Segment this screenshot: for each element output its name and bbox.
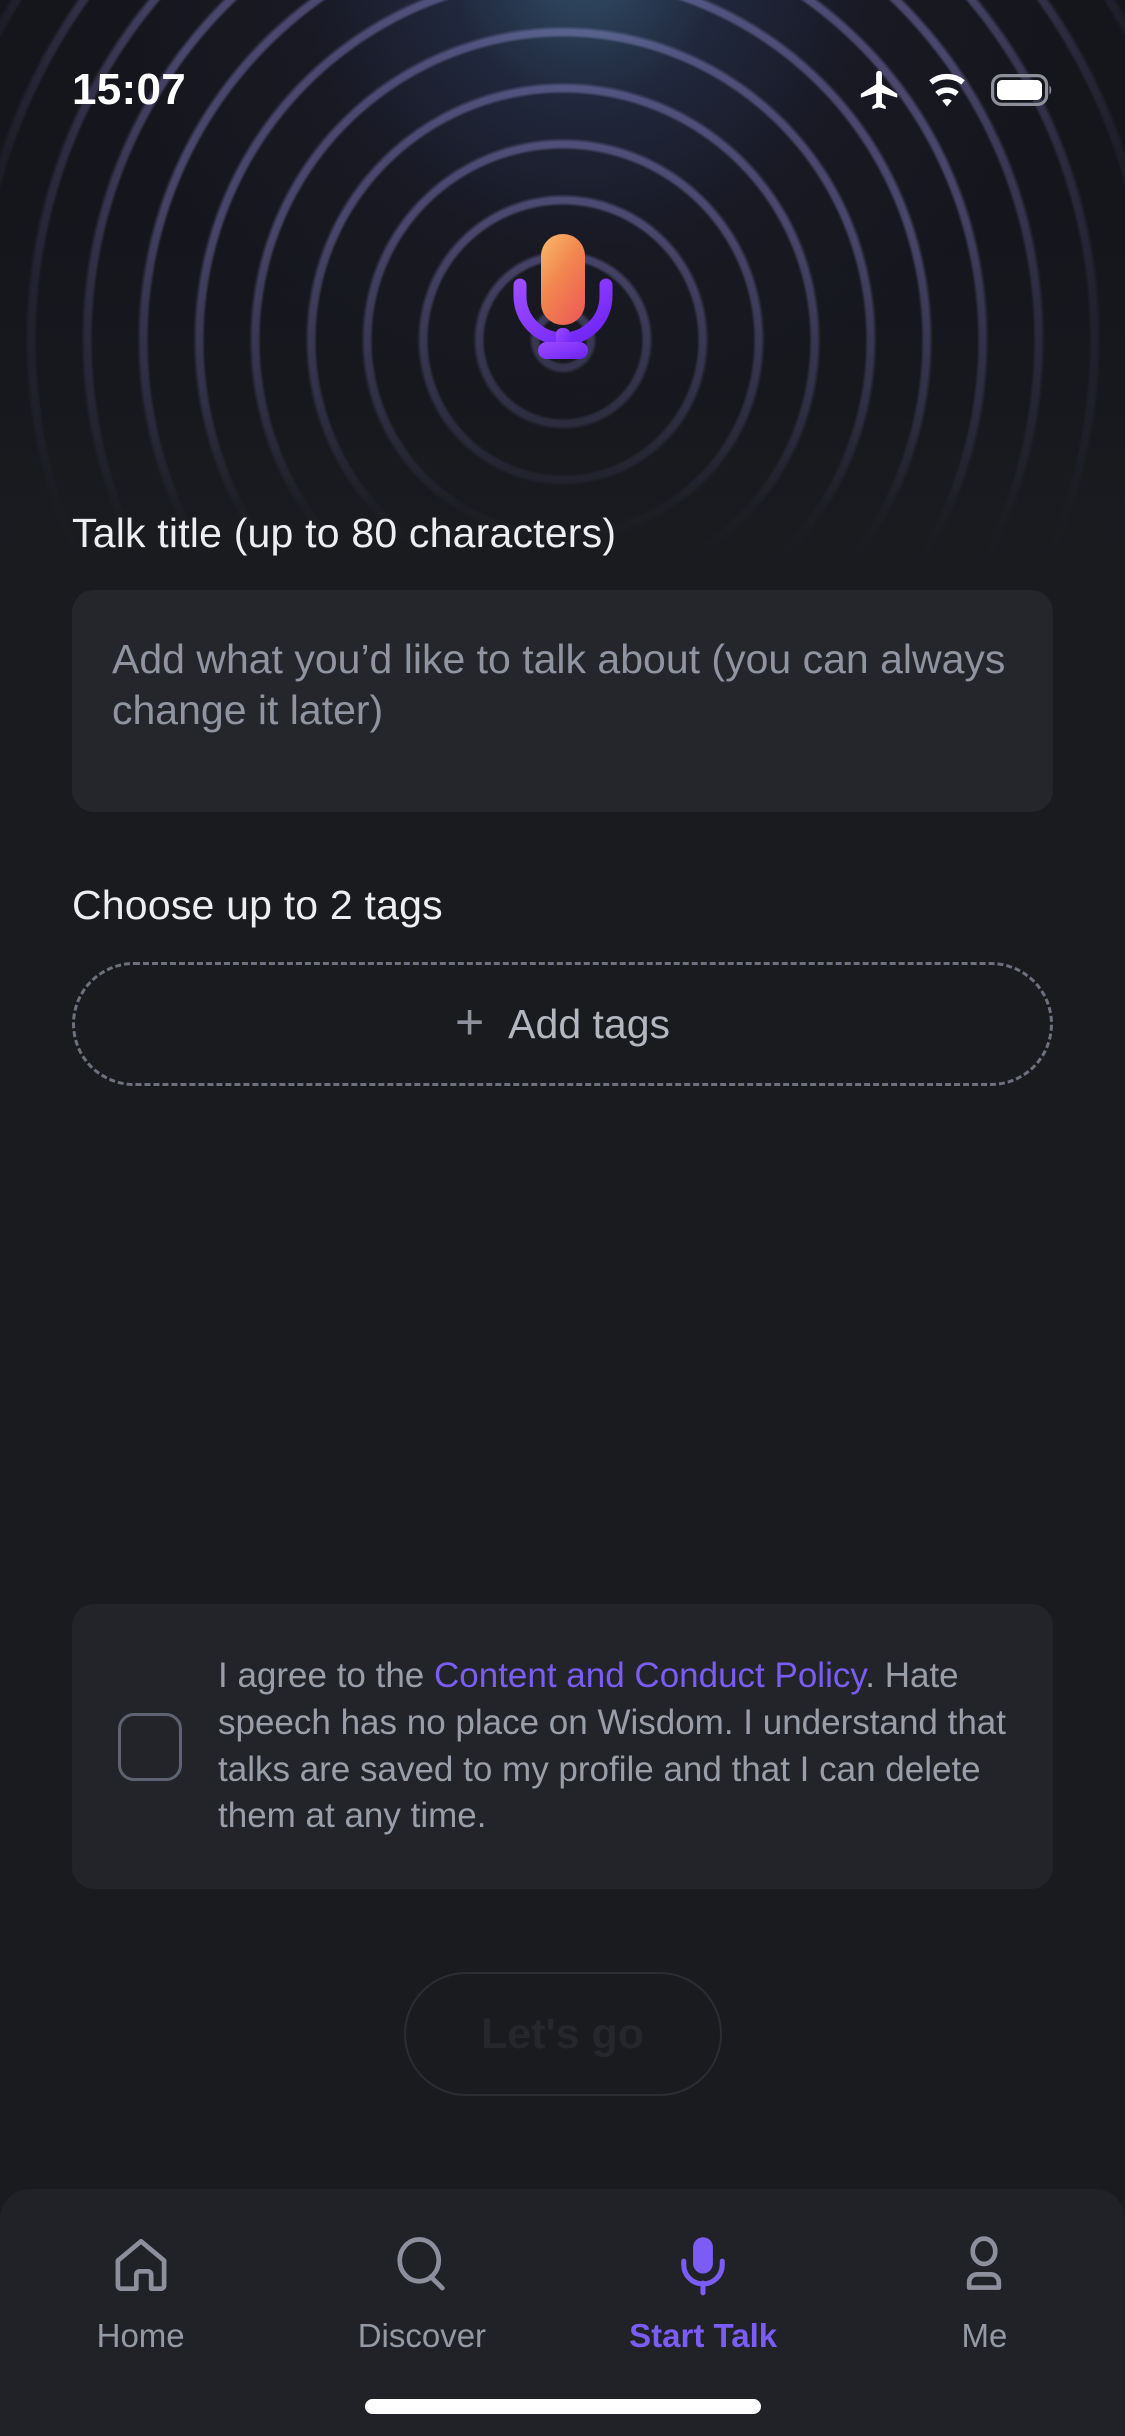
battery-icon bbox=[991, 74, 1052, 106]
tab-discover[interactable]: Discover bbox=[281, 2227, 562, 2355]
status-bar-icons bbox=[857, 67, 1053, 113]
tab-me-label: Me bbox=[961, 2317, 1008, 2354]
microphone-icon bbox=[670, 2227, 736, 2303]
talk-title-label: Talk title (up to 80 characters) bbox=[72, 510, 617, 556]
home-indicator bbox=[364, 2399, 761, 2414]
plus-icon: + bbox=[454, 994, 485, 1050]
microphone-logo bbox=[506, 232, 620, 367]
home-icon bbox=[108, 2227, 174, 2303]
content-and-conduct-policy-link[interactable]: Content and Conduct Policy bbox=[434, 1656, 865, 1695]
lets-go-label: Let's go bbox=[480, 2009, 645, 2058]
status-bar: 15:07 bbox=[0, 0, 1125, 140]
consent-text-before: I agree to the bbox=[218, 1656, 434, 1696]
talk-title-placeholder: Add what you’d like to talk about (you c… bbox=[112, 636, 1006, 734]
person-icon bbox=[951, 2227, 1017, 2303]
choose-tags-label: Choose up to 2 tags bbox=[72, 882, 443, 928]
add-tags-label: Add tags bbox=[508, 1000, 671, 1047]
main-content: Talk title (up to 80 characters) Add wha… bbox=[0, 510, 1125, 1086]
lets-go-button[interactable]: Let's go bbox=[403, 1972, 722, 2096]
tab-discover-label: Discover bbox=[357, 2317, 487, 2354]
tab-start-talk[interactable]: Start Talk bbox=[563, 2227, 844, 2355]
tab-home-label: Home bbox=[96, 2317, 185, 2354]
app-screen: 15:07 Talk title (up to 80 characters) A… bbox=[0, 0, 1125, 2436]
add-tags-button[interactable]: + Add tags bbox=[72, 962, 1053, 1086]
consent-text: I agree to the Content and Conduct Polic… bbox=[218, 1653, 1019, 1839]
tab-me[interactable]: Me bbox=[844, 2227, 1125, 2355]
search-icon bbox=[389, 2227, 455, 2303]
tab-home[interactable]: Home bbox=[0, 2227, 281, 2355]
talk-title-input[interactable]: Add what you’d like to talk about (you c… bbox=[72, 590, 1053, 812]
wifi-icon bbox=[929, 73, 965, 107]
airplane-mode-icon bbox=[860, 70, 898, 110]
consent-checkbox[interactable] bbox=[118, 1712, 182, 1781]
consent-row[interactable]: I agree to the Content and Conduct Polic… bbox=[72, 1604, 1053, 1889]
status-bar-clock: 15:07 bbox=[72, 65, 187, 114]
tab-start-talk-label: Start Talk bbox=[629, 2317, 778, 2354]
